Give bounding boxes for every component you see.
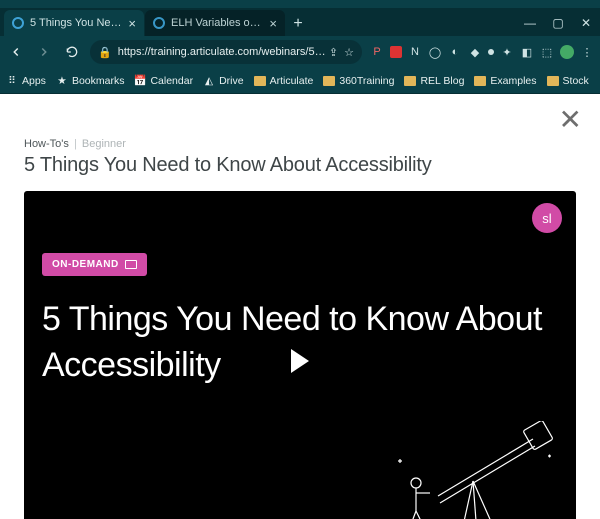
- extension-icon[interactable]: ◆: [468, 45, 482, 59]
- folder-icon: [323, 76, 335, 86]
- bookmark-label: Articulate: [270, 75, 314, 87]
- extension-icon[interactable]: N: [408, 45, 422, 59]
- window-controls: — ▢ ✕: [516, 10, 600, 36]
- favicon-circle-icon: [153, 17, 165, 29]
- bookmark-rel-blog[interactable]: REL Blog: [404, 75, 464, 87]
- bookmark-star-icon[interactable]: ☆: [344, 46, 354, 59]
- bookmarks-bar: ⠿ Apps ★ Bookmarks 📅 Calendar ◭ Drive Articu…: [0, 68, 600, 94]
- tab-title: 5 Things You Need to Know Abo…: [30, 17, 122, 29]
- on-demand-badge: ON-DEMAND: [42, 253, 147, 276]
- bookmark-calendar[interactable]: 📅 Calendar: [134, 75, 193, 87]
- maximize-button[interactable]: ▢: [544, 10, 572, 36]
- drive-icon: ◭: [203, 75, 215, 87]
- browser-window: 5 Things You Need to Know Abo… × ELH Var…: [0, 0, 600, 519]
- page-viewport: ✕ How-To's | Beginner 5 Things You Need …: [0, 94, 600, 519]
- tab-active[interactable]: 5 Things You Need to Know Abo… ×: [4, 10, 144, 36]
- bookmark-label: REL Blog: [420, 75, 464, 87]
- extension-icon[interactable]: P: [370, 45, 384, 59]
- bookmark-apps[interactable]: ⠿ Apps: [6, 75, 46, 87]
- extensions-puzzle-icon[interactable]: ⬚: [540, 45, 554, 59]
- apps-grid-icon: ⠿: [6, 75, 18, 87]
- close-tab-icon[interactable]: ×: [128, 17, 136, 30]
- breadcrumb: How-To's | Beginner: [24, 138, 576, 150]
- badge-text: ON-DEMAND: [52, 259, 119, 270]
- presenter-avatar: sl: [532, 203, 562, 233]
- window-titlebar[interactable]: [0, 0, 600, 8]
- calendar-icon: 📅: [134, 75, 146, 87]
- folder-icon: [547, 76, 559, 86]
- extension-icon[interactable]: ✦: [500, 45, 514, 59]
- reload-button[interactable]: [62, 42, 82, 62]
- new-tab-button[interactable]: +: [286, 12, 310, 36]
- menu-kebab-icon[interactable]: ⋮: [580, 45, 594, 59]
- url-box[interactable]: 🔒 https://training.articulate.com/webina…: [90, 40, 362, 64]
- extension-icon[interactable]: ◧: [520, 45, 534, 59]
- minimize-button[interactable]: —: [516, 10, 544, 36]
- extension-icon[interactable]: [390, 46, 402, 58]
- address-bar: 🔒 https://training.articulate.com/webina…: [0, 36, 600, 68]
- back-button[interactable]: [6, 42, 26, 62]
- lock-icon: 🔒: [98, 46, 112, 59]
- bookmark-label: Bookmarks: [72, 75, 125, 87]
- video-title: 5 Things You Need to Know About Accessib…: [42, 297, 558, 389]
- close-tab-icon[interactable]: ×: [269, 17, 277, 30]
- page-title: 5 Things You Need to Know About Accessib…: [24, 154, 576, 177]
- bookmark-label: Apps: [22, 75, 46, 87]
- folder-icon: [404, 76, 416, 86]
- tab-title: ELH Variables only 3 | Review 360: [171, 17, 263, 29]
- close-modal-button[interactable]: ✕: [559, 106, 582, 134]
- extension-icon[interactable]: ◐: [448, 45, 462, 59]
- bookmark-stock[interactable]: Stock: [547, 75, 589, 87]
- favicon-circle-icon: [12, 17, 24, 29]
- bookmark-label: Stock: [563, 75, 589, 87]
- telescope-illustration-icon: [368, 421, 568, 519]
- bookmark-label: Examples: [490, 75, 536, 87]
- bookmark-examples[interactable]: Examples: [474, 75, 536, 87]
- share-icon[interactable]: ⇪: [329, 46, 338, 59]
- star-icon: ★: [56, 75, 68, 87]
- tab-inactive[interactable]: ELH Variables only 3 | Review 360 ×: [145, 10, 285, 36]
- extension-icon[interactable]: ◯: [428, 45, 442, 59]
- screen-icon: [125, 260, 137, 269]
- breadcrumb-level[interactable]: Beginner: [82, 138, 126, 150]
- bookmark-label: 360Training: [339, 75, 394, 87]
- extensions-tray: P N ◯ ◐ ◆ ✦ ◧ ⬚ ⋮: [370, 45, 594, 59]
- bookmark-label: Calendar: [150, 75, 193, 87]
- bookmark-bookmarks[interactable]: ★ Bookmarks: [56, 75, 125, 87]
- folder-icon: [474, 76, 486, 86]
- forward-button[interactable]: [34, 42, 54, 62]
- play-icon[interactable]: [291, 349, 309, 373]
- url-text: https://training.articulate.com/webinars…: [118, 46, 329, 58]
- bookmark-label: Drive: [219, 75, 244, 87]
- breadcrumb-category[interactable]: How-To's: [24, 138, 69, 150]
- bookmark-360training[interactable]: 360Training: [323, 75, 394, 87]
- profile-avatar-icon[interactable]: [560, 45, 574, 59]
- extension-icon[interactable]: [488, 49, 494, 55]
- close-window-button[interactable]: ✕: [572, 10, 600, 36]
- bookmark-articulate[interactable]: Articulate: [254, 75, 314, 87]
- folder-icon: [254, 76, 266, 86]
- video-player[interactable]: sl ON-DEMAND 5 Things You Need to Know A…: [24, 191, 576, 519]
- bookmark-drive[interactable]: ◭ Drive: [203, 75, 244, 87]
- tab-strip: 5 Things You Need to Know Abo… × ELH Var…: [0, 8, 600, 36]
